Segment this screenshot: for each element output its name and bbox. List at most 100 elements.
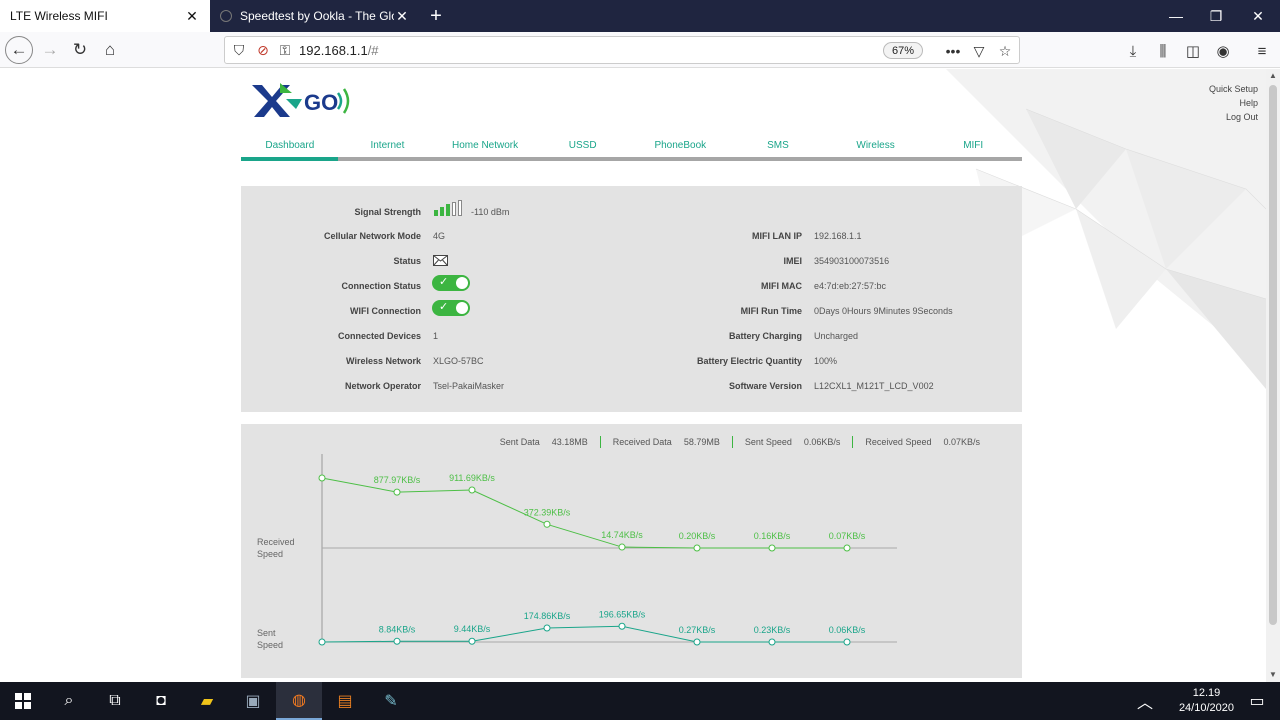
scroll-up-arrow-icon[interactable]: ▲: [1266, 69, 1280, 83]
lan-ip-value: 192.168.1.1: [814, 231, 862, 241]
signal-strength-label: Signal Strength: [354, 207, 421, 217]
runtime-value: 0Days 0Hours 9Minutes 9Seconds: [814, 306, 953, 316]
windows-taskbar: ⌕ ⧉ ◘ ▰ ▣ ◍ ▤ ✎ ︿ 12.19 24/10/2020 ▭: [0, 682, 1280, 720]
signal-bar: [452, 202, 456, 216]
battery-charging-label: Battery Charging: [728, 331, 802, 341]
mac-value: e4:7d:eb:27:57:bc: [814, 281, 887, 291]
software-version-value: L12CXL1_M121T_LCD_V002: [814, 381, 934, 391]
app-icon[interactable]: ▣: [230, 682, 276, 720]
lan-ip-label: MIFI LAN IP: [752, 231, 802, 241]
speed-data-point[interactable]: [393, 637, 401, 645]
tab-lte-wireless-mifi[interactable]: LTE Wireless MIFI ✕: [0, 0, 210, 32]
battery-charging-value: Uncharged: [814, 331, 859, 341]
speed-data-label: 174.86KB/s: [524, 611, 571, 621]
speed-data-point[interactable]: [768, 544, 776, 552]
paint-icon[interactable]: ✎: [368, 682, 414, 720]
help-link[interactable]: Help: [1209, 96, 1258, 110]
sidebar-icon[interactable]: ◫: [1182, 40, 1204, 62]
scrollbar-thumb[interactable]: [1269, 85, 1277, 625]
firefox-icon[interactable]: ◍: [276, 682, 322, 720]
more-actions-icon[interactable]: •••: [943, 41, 963, 61]
speed-data-point[interactable]: [768, 638, 776, 646]
speed-data-point[interactable]: [393, 488, 401, 496]
nav-underline: [241, 157, 1022, 161]
forward-arrow-icon[interactable]: →: [36, 36, 64, 64]
menu-icon[interactable]: ≡: [1251, 40, 1273, 62]
bookmark-star-icon[interactable]: ☆: [995, 41, 1015, 61]
traffic-graph-panel: Sent Data 43.18MB Received Data 58.79MB …: [241, 424, 1022, 678]
downloads-icon[interactable]: ⤓: [1122, 40, 1144, 62]
scroll-down-arrow-icon[interactable]: ▼: [1266, 668, 1280, 682]
speed-data-point[interactable]: [543, 520, 551, 528]
imei-label: IMEI: [783, 256, 802, 266]
browser-tab-bar: LTE Wireless MIFI ✕ Speedtest by Ookla -…: [0, 0, 1280, 32]
speed-data-point[interactable]: [843, 544, 851, 552]
key-icon[interactable]: ⚿: [275, 40, 295, 60]
close-tab-icon[interactable]: ✕: [394, 8, 410, 25]
home-icon[interactable]: ⌂: [96, 36, 124, 64]
url-path: /#: [367, 42, 379, 58]
speed-data-point[interactable]: [318, 638, 326, 646]
back-arrow-icon[interactable]: ←: [5, 36, 33, 64]
speed-data-point[interactable]: [618, 543, 626, 551]
speed-data-point[interactable]: [468, 637, 476, 645]
minimize-window-icon[interactable]: —: [1154, 0, 1198, 32]
software-version-label: Software Version: [728, 381, 802, 391]
page-content: GO Quick Setup Help Log Out Dashboard In…: [0, 69, 1266, 682]
speed-data-point[interactable]: [618, 622, 626, 630]
notification-icon[interactable]: ▭: [1234, 682, 1280, 720]
account-icon[interactable]: ◉: [1212, 40, 1234, 62]
close-tab-icon[interactable]: ✕: [184, 8, 200, 25]
speedtest-favicon-icon: [220, 10, 232, 22]
close-window-icon[interactable]: ✕: [1236, 0, 1280, 32]
log-out-link[interactable]: Log Out: [1209, 110, 1258, 124]
reload-icon[interactable]: ↻: [66, 36, 94, 64]
pocket-icon[interactable]: ▽: [969, 41, 989, 61]
speed-data-point[interactable]: [318, 474, 326, 482]
brand-text: GO: [304, 90, 338, 115]
battery-quantity-value: 100%: [814, 356, 838, 366]
device-info-panel: Signal Strength -110 dBm Cellular Networ…: [241, 186, 1022, 412]
zoom-level-badge[interactable]: 67%: [882, 42, 923, 59]
search-icon[interactable]: ⌕: [46, 682, 92, 720]
runtime-label: MIFI Run Time: [740, 306, 802, 316]
speed-data-label: 372.39KB/s: [524, 507, 571, 517]
camera-icon[interactable]: ◘: [138, 682, 184, 720]
speed-data-point[interactable]: [843, 638, 851, 646]
windows-start-icon[interactable]: [0, 682, 46, 720]
tab-speedtest[interactable]: Speedtest by Ookla - The Global ✕: [210, 0, 420, 32]
tab-title: LTE Wireless MIFI: [10, 9, 108, 23]
traffic-speed-chart: 877.97KB/s 911.69KB/s 372.39KB/s 14.74KB/s 0…: [318, 454, 897, 646]
system-clock[interactable]: 12.19 24/10/2020: [1179, 686, 1234, 716]
library-icon[interactable]: ⫼: [1152, 40, 1174, 62]
task-view-icon[interactable]: ⧉: [92, 682, 138, 720]
shield-icon[interactable]: ⛉: [229, 40, 249, 60]
speed-data-label: 9.44KB/s: [454, 624, 491, 634]
clock-date: 24/10/2020: [1178, 702, 1234, 714]
speed-data-point[interactable]: [693, 638, 701, 646]
speed-data-point[interactable]: [693, 544, 701, 552]
signal-bar: [458, 200, 462, 216]
app-icon[interactable]: ▤: [322, 682, 368, 720]
signal-bar: [440, 207, 444, 216]
speed-data-point[interactable]: [468, 486, 476, 494]
file-explorer-icon[interactable]: ▰: [184, 682, 230, 720]
battery-quantity-label: Battery Electric Quantity: [696, 356, 802, 366]
new-tab-button[interactable]: +: [420, 0, 452, 32]
signal-bar: [446, 204, 450, 216]
browser-toolbar: ← → ↻ ⌂ ⛉ ⊘ ⚿ 192.168.1.1 /# 67% ••• ▽ ☆…: [0, 32, 1280, 68]
chevron-up-icon[interactable]: ︿: [1130, 682, 1160, 720]
speed-data-label: 911.69KB/s: [449, 473, 495, 483]
insecure-lock-icon[interactable]: ⊘: [253, 40, 273, 60]
page-scrollbar[interactable]: ▲ ▼: [1266, 69, 1280, 682]
signal-bar: [434, 210, 438, 216]
speed-data-point[interactable]: [543, 624, 551, 632]
speed-data-label: 0.20KB/s: [679, 531, 716, 541]
mac-label: MIFI MAC: [761, 281, 802, 291]
clock-time: 12.19: [1192, 687, 1221, 699]
restore-window-icon[interactable]: ❐: [1194, 0, 1238, 32]
speed-data-label: 0.06KB/s: [829, 625, 866, 635]
quick-setup-link[interactable]: Quick Setup: [1209, 82, 1258, 96]
speed-data-label: 0.16KB/s: [754, 531, 791, 541]
address-bar[interactable]: ⛉ ⊘ ⚿ 192.168.1.1 /# 67% ••• ▽ ☆: [224, 36, 1020, 64]
